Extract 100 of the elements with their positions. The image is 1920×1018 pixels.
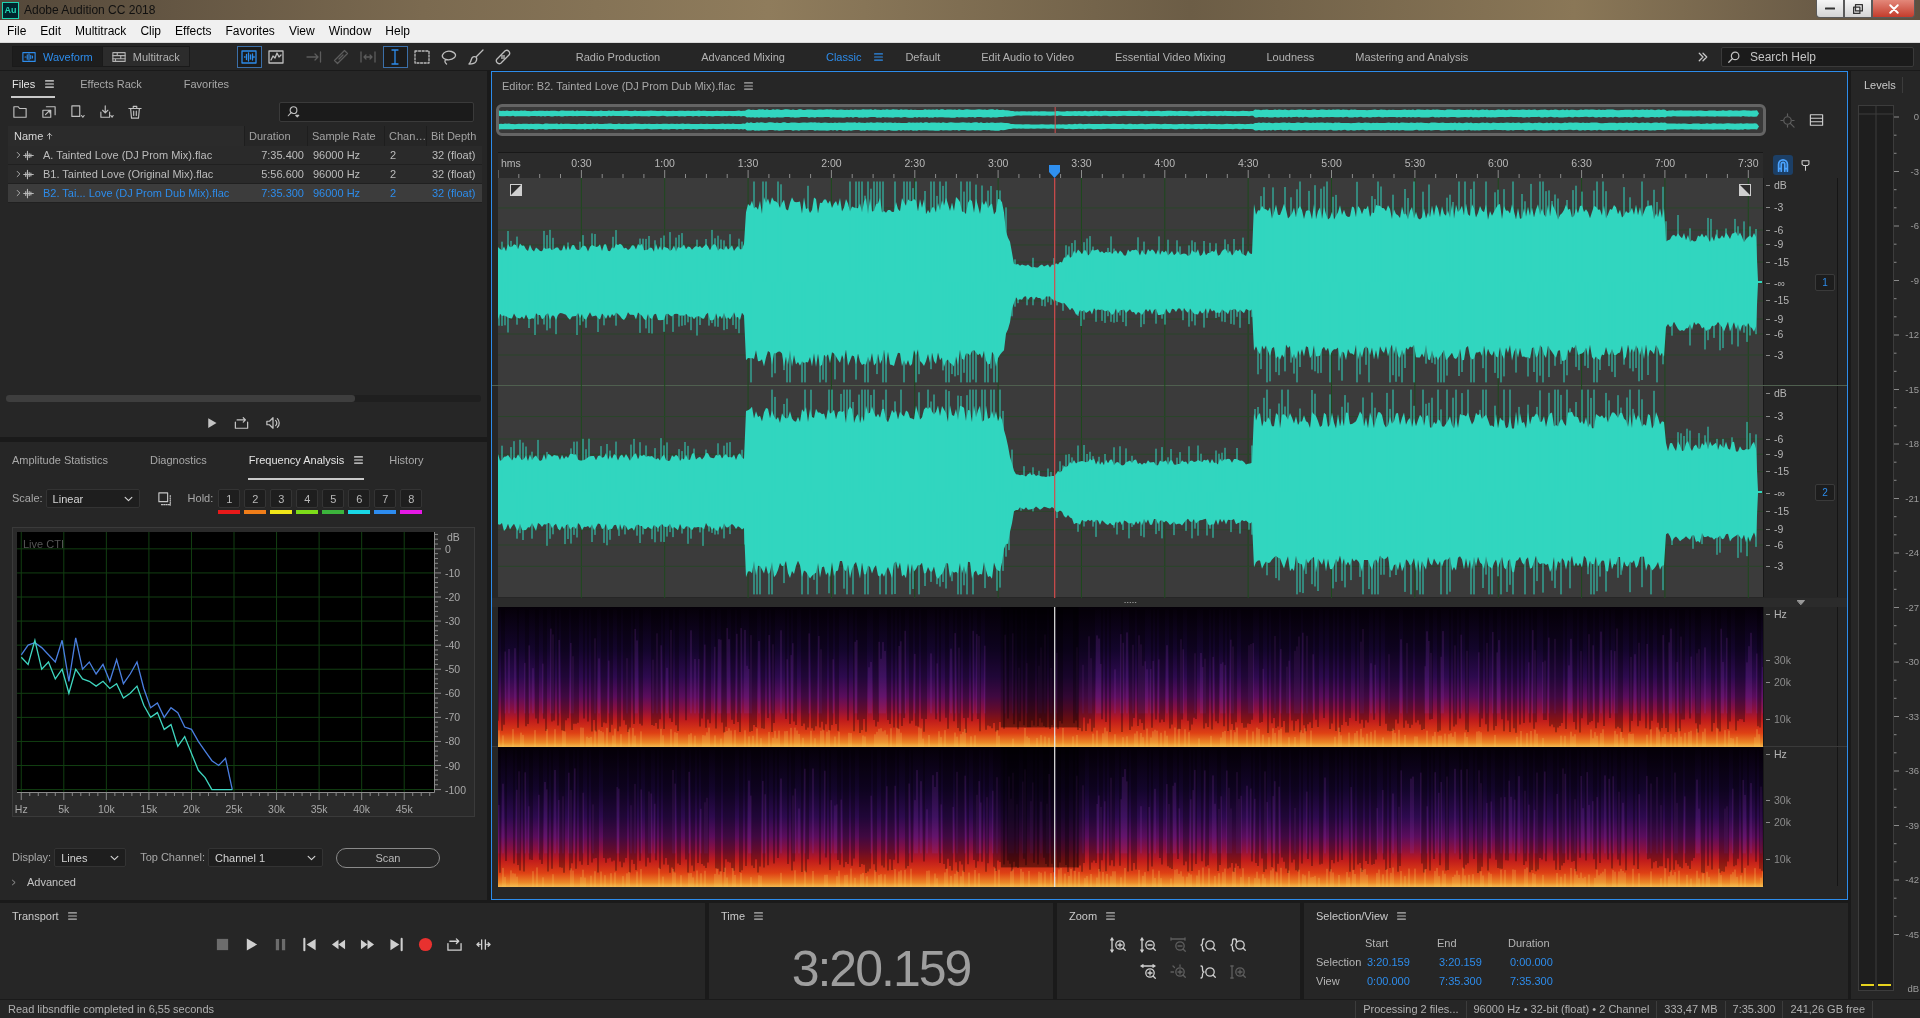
ruler-label: Hz [1766, 608, 1787, 622]
meter-label: -36 [1905, 765, 1919, 777]
ruler-label: -9 [1766, 238, 1784, 252]
ruler-label: 30k [1766, 793, 1791, 807]
axis-label: 45k [395, 803, 413, 815]
table-cell-text: 7:35.400 [261, 149, 305, 161]
meter-label: -45 [1905, 928, 1919, 941]
ruler-label: 10k [1766, 852, 1791, 866]
ruler-label: -9 [1766, 312, 1784, 326]
status-message: Read libsndfile completed in 6,55 seconds [7, 1003, 215, 1015]
meter-label: -6 [1910, 220, 1919, 232]
axis-label: 35k [310, 803, 328, 815]
ruler-label: -15 [1766, 294, 1790, 308]
table-cell-text: 96000 Hz [312, 168, 362, 180]
meter-label: -30 [1905, 656, 1919, 668]
table-cell-text: 2 [389, 187, 398, 199]
file-name: B2. Tai... Love (DJ Prom Dub Mix).flac [43, 187, 230, 199]
ruler-label: 5:00 [1321, 157, 1342, 169]
axis-label: -20 [445, 591, 461, 603]
ruler-label: -∞ [1766, 276, 1785, 290]
ruler-label: 6:30 [1571, 157, 1592, 169]
field-label: Scale: [12, 491, 43, 506]
meter-label: -27 [1905, 601, 1919, 614]
axis-label: 30k [268, 803, 286, 815]
time-display: 3:20.159 [791, 944, 971, 994]
axis-label: -10 [445, 566, 461, 579]
axis-label: 25k [225, 803, 243, 815]
meter-label: dB [1907, 983, 1919, 995]
ruler-label: hms [501, 157, 521, 169]
table-cell-text: 32 (float) [431, 168, 477, 180]
ruler-label: 4:00 [1154, 157, 1176, 169]
field-label: Top Channel: [140, 850, 205, 865]
ruler-label: -6 [1766, 538, 1784, 552]
axis-label: -40 [445, 639, 461, 652]
axis-label: 5k [58, 803, 70, 815]
ruler-label: 1:30 [737, 157, 759, 169]
table-cell-text: 5:56.600 [261, 168, 305, 180]
field-label: Hold: [187, 491, 214, 506]
ruler-label: -3 [1766, 348, 1784, 362]
axis-label: 0 [445, 542, 451, 555]
ruler-label: -∞ [1766, 486, 1785, 500]
panel-title: Transport [12, 910, 59, 922]
ruler-label: 7:30 [1738, 157, 1759, 169]
ruler-label: -6 [1766, 223, 1784, 237]
column-header: Duration [1507, 936, 1551, 949]
ruler-label: 20k [1766, 676, 1791, 690]
panel-title: Time [721, 910, 746, 922]
field-label: Display: [12, 850, 52, 865]
file-name: A. Tainted Love (DJ Prom Mix).flac [43, 149, 213, 161]
ruler-label: -9 [1766, 447, 1784, 461]
ruler-label: 5:30 [1404, 157, 1426, 169]
table-cell-text: 7:35.300 [261, 187, 305, 199]
panel-title: Selection/View [1316, 910, 1388, 922]
ruler-label: -15 [1766, 465, 1790, 479]
axis-label: -70 [445, 711, 461, 724]
ruler-label: 3:00 [987, 157, 1009, 169]
ruler-label: 20k [1766, 816, 1791, 830]
axis-label: 10k [97, 803, 115, 815]
axis-label: -50 [445, 663, 461, 676]
ruler-label: -9 [1766, 523, 1784, 537]
ruler-label: -6 [1766, 327, 1784, 341]
ruler-label: -15 [1766, 255, 1790, 269]
axis-title: dB [447, 531, 460, 543]
panel-title: Levels [1864, 79, 1896, 91]
ruler-label: -3 [1766, 201, 1784, 215]
axis-label: -80 [445, 735, 461, 748]
status-item: 96000 Hz • 32-bit (float) • 2 Channel [1465, 1000, 1657, 1018]
axis-label: -100 [445, 783, 466, 796]
row-label: Selection [1316, 955, 1363, 968]
column-header: End [1436, 936, 1458, 949]
meter-label: -3 [1910, 165, 1919, 178]
ruler-label: 7:00 [1654, 157, 1676, 169]
status-item: Processing 2 files... [1355, 1000, 1466, 1018]
ruler-label: Hz [1766, 748, 1787, 762]
ruler-label: 2:00 [821, 157, 842, 169]
editor-title: Editor: B2. Tainted Love (DJ Prom Dub Mix).flac [502, 80, 736, 92]
ruler-label: 1:00 [654, 157, 675, 169]
meter-label: -39 [1905, 819, 1919, 832]
table-cell-text: 2 [389, 149, 398, 161]
ruler-label: 10k [1766, 712, 1791, 726]
ruler-label: 6:00 [1488, 157, 1509, 169]
ruler-label: 3:30 [1071, 157, 1092, 169]
meter-label: -33 [1905, 710, 1919, 723]
table-cell-text: 96000 Hz [312, 187, 362, 199]
file-name: B1. Tainted Love (Original Mix).flac [43, 168, 214, 180]
ruler-label: -3 [1766, 410, 1784, 423]
status-item: 241,26 GB free [1782, 1000, 1873, 1018]
ruler-label: 2:30 [904, 157, 925, 169]
axis-label: -90 [445, 759, 461, 772]
meter-label: -15 [1905, 383, 1919, 396]
ruler-label: -3 [1766, 559, 1784, 573]
meter-label: -18 [1905, 438, 1919, 450]
meter-label: -42 [1905, 874, 1919, 886]
table-cell-text: 32 (float) [431, 149, 477, 161]
column-header: Start [1364, 936, 1390, 949]
ruler-label: 0:30 [571, 157, 592, 169]
axis-label: Hz [14, 803, 28, 815]
chart-title: Live CTI [23, 538, 64, 550]
ruler-label: 4:30 [1237, 157, 1259, 169]
axis-label: 15k [140, 803, 158, 815]
